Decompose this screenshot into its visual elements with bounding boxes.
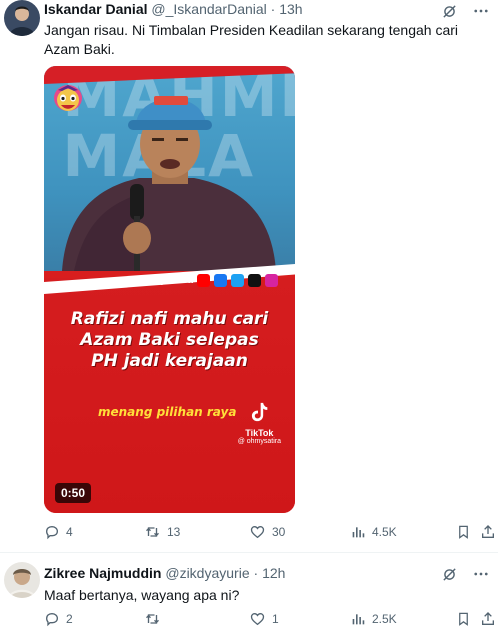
avatar[interactable] <box>4 0 40 36</box>
bookmark-icon <box>456 524 471 540</box>
views-count: 4.5K <box>372 525 397 539</box>
like-button[interactable]: 30 <box>249 524 285 540</box>
headline-line: PH jadi kerajaan <box>91 351 248 371</box>
reply-button[interactable]: 2 <box>44 611 73 627</box>
views-button[interactable]: 2.5K <box>350 611 397 627</box>
views-icon <box>350 524 366 540</box>
author-name[interactable]: Iskandar Danial <box>44 1 148 17</box>
author-name[interactable]: Zikree Najmuddin <box>44 565 161 581</box>
video-duration-badge: 0:50 <box>55 483 92 503</box>
share-button[interactable] <box>480 611 496 627</box>
headline-line: Rafizi nafi mahu cari <box>70 309 269 329</box>
tiktok-small-icon <box>248 274 262 287</box>
tiktok-label: TikTok <box>245 428 274 438</box>
tiktok-icon <box>252 402 268 422</box>
tweet-text: Jangan risau. Ni Timbalan Presiden Keadi… <box>44 22 459 57</box>
headline-line: Azam Baki selepas <box>80 330 259 350</box>
tweet-text: Maaf bertanya, wayang apa ni? <box>44 587 240 603</box>
bookmark-button[interactable] <box>456 524 471 540</box>
reply-count: 2 <box>66 612 73 626</box>
tweet-header: Iskandar Danial @_IskandarDanial · 13h <box>44 1 303 18</box>
like-button[interactable]: 1 <box>249 611 279 627</box>
reply-icon <box>44 611 60 627</box>
video-subline: menang pilihan raya <box>98 405 237 419</box>
views-button[interactable]: 4.5K <box>350 524 397 540</box>
timestamp[interactable]: 12h <box>262 565 285 581</box>
facebook-icon <box>214 274 228 287</box>
grok-icon[interactable] <box>441 566 458 583</box>
share-icon <box>480 524 496 540</box>
tiktok-handle: @ ohmysatira <box>237 438 281 445</box>
tweet[interactable]: Zikree Najmuddin @zikdyayurie · 12h Maaf… <box>0 553 498 632</box>
avatar[interactable] <box>4 562 40 598</box>
more-icon[interactable] <box>472 565 490 583</box>
tweet-actions: 4 13 30 4.5K <box>44 524 496 544</box>
satira-mascot-logo <box>52 82 84 118</box>
video-headline: Rafizi nafi mahu cari Azam Baki selepas … <box>44 309 295 372</box>
separator: · <box>270 1 276 17</box>
bookmark-button[interactable] <box>456 611 471 627</box>
author-handle[interactable]: @_IskandarDanial <box>151 1 266 17</box>
twitter-icon <box>231 274 245 287</box>
video-frame-photo: MAHMIMALA <box>44 66 295 271</box>
tweet-header: Zikree Najmuddin @zikdyayurie · 12h <box>44 565 285 582</box>
instagram-icon <box>265 274 279 287</box>
tiktok-watermark: TikTok @ ohmysatira <box>238 401 281 445</box>
repost-icon <box>144 524 161 540</box>
separator: · <box>253 565 259 581</box>
like-count: 30 <box>272 525 286 539</box>
grok-icon[interactable] <box>441 3 458 20</box>
youtube-icon <box>197 274 211 287</box>
like-icon <box>249 611 266 627</box>
author-handle[interactable]: @zikdyayurie <box>165 565 249 581</box>
repost-button[interactable] <box>144 611 167 627</box>
more-icon[interactable] <box>472 2 490 20</box>
like-count: 1 <box>272 612 279 626</box>
share-icon <box>480 611 496 627</box>
views-icon <box>350 611 366 627</box>
views-count: 2.5K <box>372 612 397 626</box>
tweet-top-icons <box>441 2 490 20</box>
brand-row: ohmysatira <box>140 274 279 287</box>
reply-button[interactable]: 4 <box>44 524 73 540</box>
share-button[interactable] <box>480 524 496 540</box>
video-player[interactable]: MAHMIMALA <box>44 66 295 513</box>
repost-button[interactable]: 13 <box>144 524 180 540</box>
timestamp[interactable]: 13h <box>279 1 302 17</box>
reply-icon <box>44 524 60 540</box>
bookmark-icon <box>456 611 471 627</box>
brand-label: ohmysatira <box>140 275 194 286</box>
repost-count: 13 <box>167 525 181 539</box>
tweet[interactable]: Iskandar Danial @_IskandarDanial · 13h J… <box>0 0 498 553</box>
tweet-actions: 2 1 2.5K <box>44 611 496 631</box>
like-icon <box>249 524 266 540</box>
repost-icon <box>144 611 161 627</box>
reply-count: 4 <box>66 525 73 539</box>
tweet-top-icons <box>441 565 490 583</box>
